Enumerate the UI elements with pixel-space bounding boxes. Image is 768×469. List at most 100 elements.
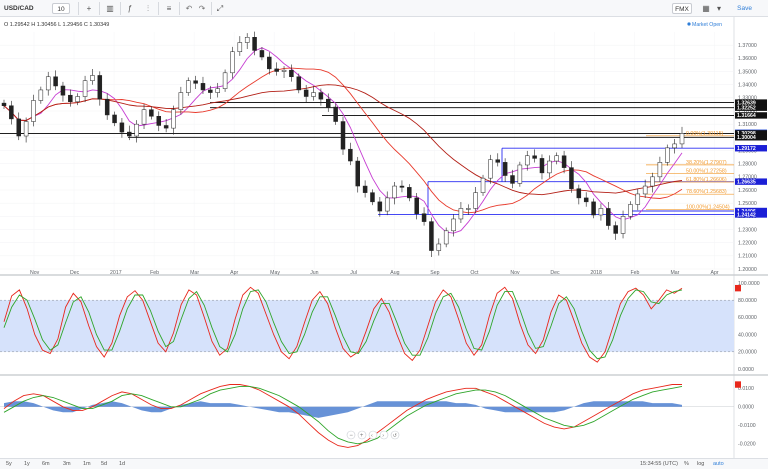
candle-up-body (451, 218, 456, 232)
clock-label: 15:34:55 (UTC) (640, 461, 678, 467)
candle-up-body (466, 208, 471, 210)
right-interval-selector[interactable]: FMX (672, 3, 692, 14)
chevron-down-icon[interactable]: ▾ (713, 3, 725, 14)
plus-icon[interactable]: + (83, 3, 95, 14)
candle-down-body (355, 160, 360, 187)
undo-icon[interactable]: ↶ (183, 3, 195, 14)
time-tick-label: Feb (150, 270, 159, 276)
save-button[interactable]: Save (737, 3, 752, 14)
candle-down-body (200, 83, 206, 91)
range-button[interactable]: 6m (42, 460, 50, 469)
range-button[interactable]: 1y (24, 460, 30, 469)
candle-down-body (606, 208, 611, 226)
range-button[interactable]: 1d (119, 460, 125, 469)
price-tick-label: 1.34000 (738, 82, 757, 88)
stochastic-tick-label: 80.0000 (738, 298, 757, 304)
candle-down-body (399, 185, 405, 188)
price-tick-label: 1.23000 (738, 227, 757, 233)
log-toggle[interactable]: log (697, 460, 704, 469)
candle-down-body (289, 69, 294, 78)
range-button[interactable]: 5d (101, 460, 107, 469)
candle-up-body (517, 164, 523, 184)
stochastic-value-marker (735, 284, 741, 292)
chart-canvas[interactable]: O 1.29542 H 1.30456 L 1.29456 C 1.30349 … (0, 17, 768, 458)
time-tick-label: Nov (510, 270, 520, 276)
range-button[interactable]: 5y (6, 460, 12, 469)
candle-down-body (60, 85, 66, 96)
candle (517, 161, 523, 187)
settings-icon[interactable]: ≡ (163, 3, 175, 14)
candle-down-body (119, 122, 125, 133)
symbol-label[interactable]: USD/CAD (4, 3, 34, 14)
candles-icon[interactable]: ▥ (104, 3, 116, 14)
candle-up-body (215, 88, 220, 93)
candle-up-body (178, 92, 184, 110)
percent-toggle[interactable]: % (684, 460, 689, 469)
layout-icon[interactable]: ▦ (700, 3, 712, 14)
indicators-icon[interactable]: ƒ (124, 3, 136, 14)
range-button[interactable]: 3m (63, 460, 71, 469)
candle-up-body (657, 162, 663, 178)
candle-up-body (554, 155, 559, 162)
time-tick-label: Jul (350, 270, 357, 276)
candle (665, 144, 670, 166)
candle-down-body (333, 106, 338, 122)
candle-up-body (230, 51, 235, 74)
candle-down-body (267, 56, 272, 70)
candle-down-body (407, 187, 412, 199)
time-tick-label: Nov (30, 270, 40, 276)
candle-down-body (193, 80, 198, 84)
candle-down-body (502, 162, 508, 176)
time-tick-label: Apr (230, 270, 238, 276)
candle-down-body (510, 175, 515, 184)
stochastic-tick-label: 100.0000 (738, 281, 760, 287)
candle-down-body (340, 121, 346, 150)
redo-icon[interactable]: ↷ (196, 3, 208, 14)
candle-down-body (326, 98, 331, 108)
candle-up-body (31, 100, 36, 122)
plus-icon: + (360, 433, 364, 439)
price-tag: 1.26635 (735, 178, 767, 185)
range-button[interactable]: 1m (83, 460, 91, 469)
candle-up-body (75, 96, 80, 103)
candle-down-body (377, 201, 383, 212)
price-tag: 1.29172 (735, 145, 767, 152)
toolbar-divider (120, 2, 121, 15)
market-open-label: Market Open (692, 22, 722, 28)
price-tag: 1.31664 (735, 112, 767, 119)
candle-down-body (303, 89, 309, 97)
candle (333, 103, 338, 125)
auto-toggle[interactable]: auto (713, 460, 724, 469)
minus-icon: − (349, 433, 353, 439)
interval-selector[interactable]: 10 (52, 3, 70, 14)
fullscreen-icon[interactable]: ⤢ (214, 3, 226, 14)
candle-down-body (591, 201, 596, 216)
price-tick-label: 1.36000 (738, 56, 757, 62)
stochastic-value-tag (735, 284, 741, 292)
candle-up-body (488, 159, 493, 179)
bottom-bar: 5y 1y 6m 3m 1m 5d 1d 15:34:55 (UTC) % lo… (0, 458, 768, 469)
candle-down-body (112, 114, 117, 124)
candle-up-body (171, 109, 176, 129)
price-tag-label: 1.29172 (737, 146, 756, 152)
candle-down-body (259, 50, 265, 58)
candle-up-body (436, 243, 442, 251)
fibonacci-level-label: 61.80%(1.26606) (686, 177, 727, 183)
time-tick-label: Oct (470, 270, 479, 276)
compare-icon[interactable]: ⫶ (142, 3, 154, 14)
price-tick-label: 1.26000 (738, 188, 757, 194)
time-tick-label: 2018 (590, 270, 602, 276)
candle-down-body (348, 148, 353, 162)
price-tick-label: 1.37000 (738, 43, 757, 49)
candle-down-body (104, 98, 110, 116)
candle-down-body (539, 158, 545, 174)
price-tick-label: 1.22000 (738, 240, 757, 246)
price-tag-label: 1.24142 (737, 212, 756, 218)
macd-pane[interactable] (0, 377, 734, 457)
candle-up-body (672, 143, 677, 149)
price-pane[interactable] (0, 17, 734, 273)
time-tick-label: Dec (550, 270, 560, 276)
time-tick-label: Mar (190, 270, 199, 276)
candle-up-body (82, 80, 88, 97)
candle-up-body (665, 147, 670, 163)
